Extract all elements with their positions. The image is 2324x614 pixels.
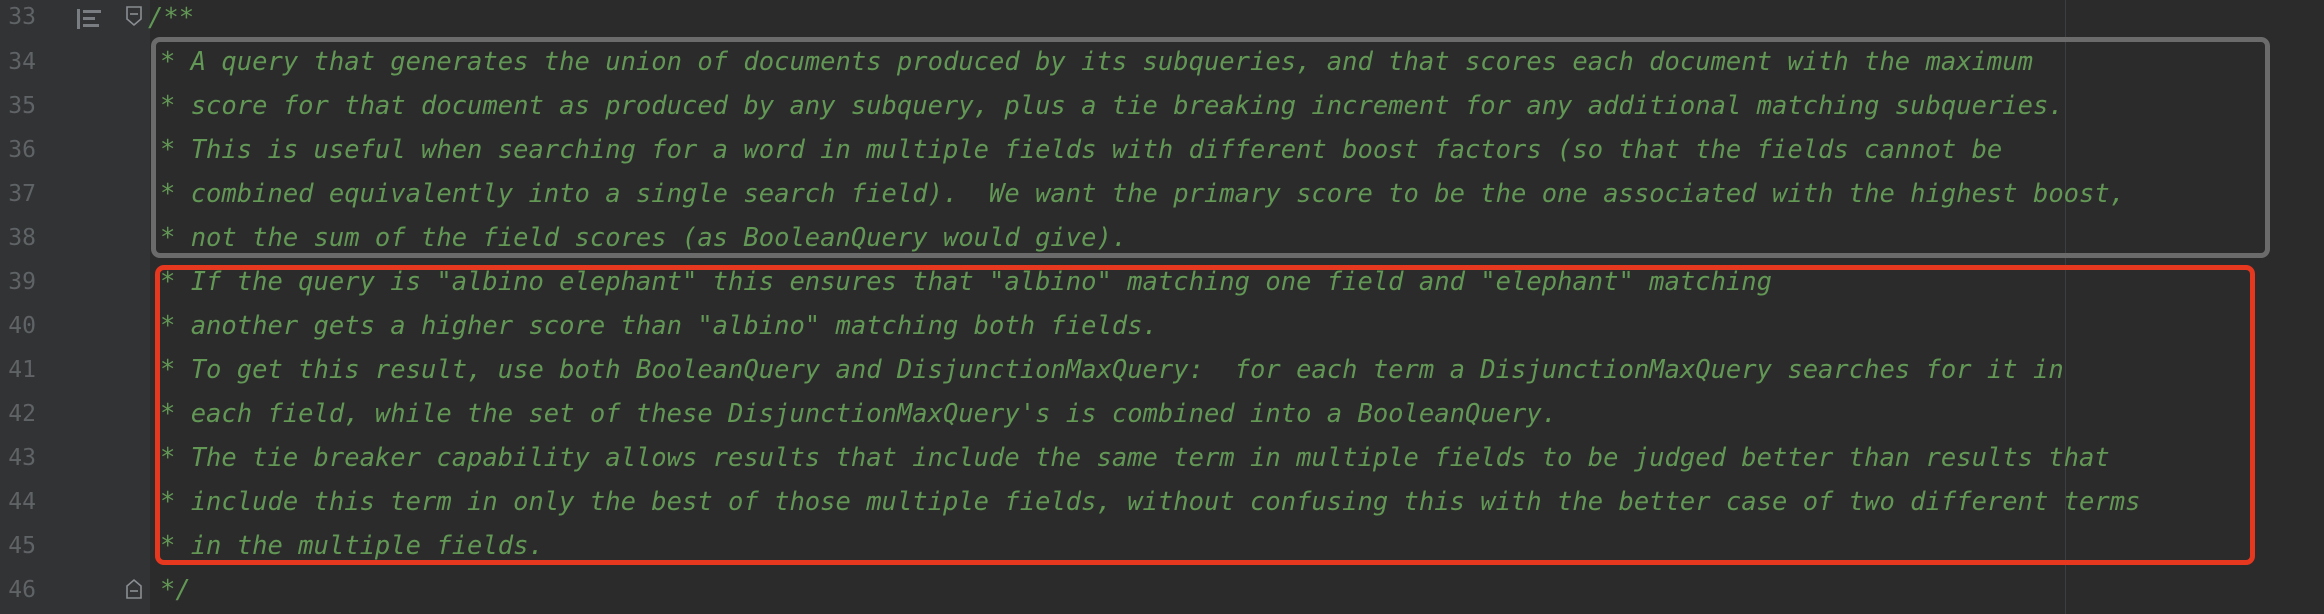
line-number: 45 xyxy=(8,533,36,559)
fold-start-icon[interactable] xyxy=(125,5,143,27)
line-number: 42 xyxy=(8,401,36,427)
line-number: 40 xyxy=(8,313,36,339)
code-line[interactable]: /** xyxy=(148,0,194,40)
line-number: 43 xyxy=(8,445,36,471)
editor-gutter: 33 34 35 36 37 38 39 40 41 42 43 44 45 4… xyxy=(0,0,150,614)
line-number: 37 xyxy=(8,181,36,207)
code-line[interactable]: */ xyxy=(160,568,191,612)
line-number: 36 xyxy=(8,137,36,163)
implementation-marker-icon[interactable] xyxy=(76,7,102,31)
line-number: 38 xyxy=(8,225,36,251)
line-number: 33 xyxy=(8,4,36,30)
gray-highlight-box xyxy=(151,37,2270,258)
line-number: 44 xyxy=(8,489,36,515)
line-number: 34 xyxy=(8,49,36,75)
line-number: 39 xyxy=(8,269,36,295)
line-number: 46 xyxy=(8,577,36,603)
line-number: 35 xyxy=(8,93,36,119)
red-highlight-box xyxy=(155,265,2255,565)
fold-end-icon[interactable] xyxy=(125,578,143,600)
line-number: 41 xyxy=(8,357,36,383)
